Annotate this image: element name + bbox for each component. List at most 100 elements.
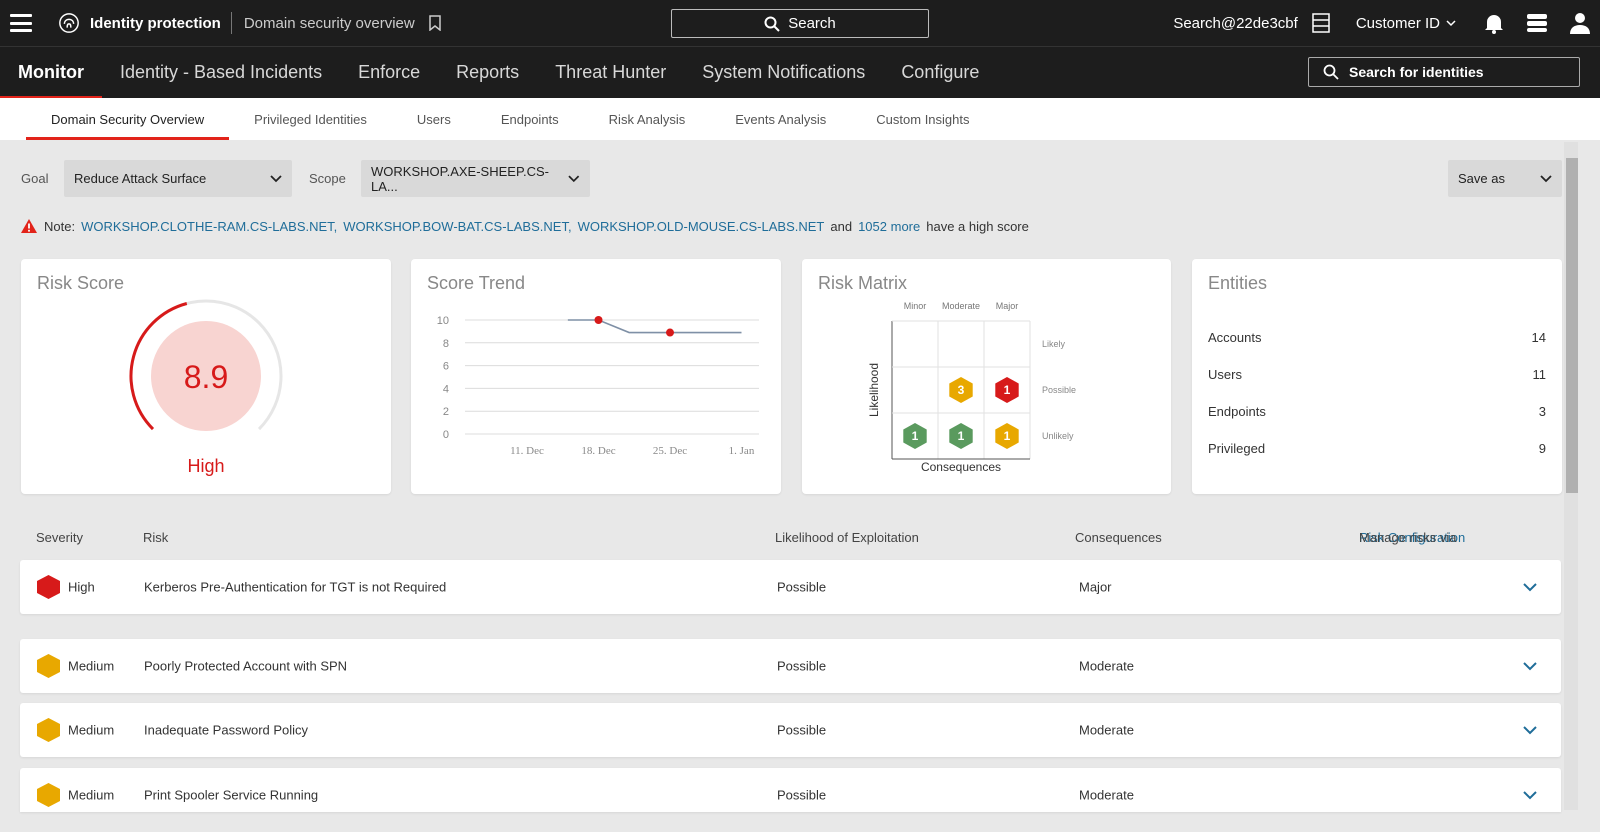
tab-users[interactable]: Users: [392, 98, 476, 140]
matrix-cell-count: 1: [1004, 383, 1011, 397]
risk-name: Print Spooler Service Running: [144, 787, 319, 803]
server-icon[interactable]: [1312, 13, 1330, 33]
domain-link-bow-bat[interactable]: WORKSHOP.BOW-BAT.CS-LABS.NET,: [343, 219, 571, 234]
entities-card: Entities Accounts 14 Users 11 Endpoints 3 P…: [1192, 259, 1562, 494]
chevron-down-icon: [568, 174, 580, 182]
entity-row-privileged[interactable]: Privileged 9: [1208, 430, 1546, 467]
nav-configure[interactable]: Configure: [883, 47, 997, 99]
global-search-button[interactable]: Search: [671, 9, 929, 38]
severity-label: High: [68, 579, 95, 595]
search-icon: [764, 16, 780, 32]
risk-score-card: Risk Score 8.9 High: [21, 259, 391, 494]
tab-endpoints[interactable]: Endpoints: [476, 98, 584, 140]
y-tick-label: 0: [443, 429, 449, 441]
note-suffix: have a high score: [926, 218, 1029, 234]
risk-score-value: 8.9: [184, 359, 228, 395]
entity-count: 11: [1532, 367, 1547, 382]
scope-select[interactable]: WORKSHOP.AXE-SHEEP.CS-LA...: [361, 160, 590, 197]
trend-point[interactable]: [666, 328, 674, 337]
user-icon[interactable]: [1570, 12, 1590, 34]
scope-value: WORKSHOP.AXE-SHEEP.CS-LA...: [371, 163, 549, 194]
menu-icon[interactable]: [10, 14, 32, 32]
matrix-column-label: Moderate: [942, 301, 980, 311]
severity-medium-icon: [37, 783, 60, 807]
entity-label: Endpoints: [1208, 404, 1266, 419]
entity-row-accounts[interactable]: Accounts 14: [1208, 319, 1546, 356]
consequence-value: Moderate: [1079, 722, 1134, 738]
chevron-down-icon: [270, 174, 282, 182]
trend-point[interactable]: [594, 316, 603, 324]
customer-id-dropdown[interactable]: Customer ID: [1356, 15, 1456, 32]
bookmark-icon[interactable]: [428, 15, 441, 31]
matrix-column-label: Minor: [904, 301, 927, 311]
matrix-column-label: Major: [996, 301, 1019, 311]
entity-row-users[interactable]: Users 11: [1208, 356, 1546, 393]
severity-label: Medium: [68, 658, 115, 674]
risk-name: Poorly Protected Account with SPN: [144, 658, 348, 674]
chevron-down-icon[interactable]: [1523, 725, 1537, 735]
matrix-y-axis-label: Likelihood: [867, 363, 881, 417]
sub-tabs: Domain Security Overview Privileged Iden…: [0, 98, 1600, 140]
chevron-down-icon[interactable]: [1523, 790, 1537, 800]
entity-count: 9: [1538, 441, 1546, 456]
bell-icon[interactable]: [1484, 12, 1504, 34]
tab-events-analysis[interactable]: Events Analysis: [710, 98, 851, 140]
matrix-cell-count: 1: [912, 429, 919, 443]
entity-label: Users: [1208, 367, 1242, 382]
matrix-cell-count: 1: [958, 429, 965, 443]
score-trend-card: Score Trend 0 2 4 6 8 10 11. Dec 18. Dec 25. Dec…: [411, 259, 781, 494]
scrollbar[interactable]: [1564, 142, 1578, 810]
tab-privileged-identities[interactable]: Privileged Identities: [229, 98, 392, 140]
col-risk: Risk: [143, 530, 169, 545]
nav-identity-incidents[interactable]: Identity - Based Incidents: [102, 47, 340, 99]
nav-threat-hunter[interactable]: Threat Hunter: [537, 47, 684, 99]
nav-system-notifications[interactable]: System Notifications: [684, 47, 883, 99]
customer-label: Customer ID: [1355, 14, 1440, 32]
chevron-down-icon[interactable]: [1523, 582, 1537, 592]
table-row[interactable]: Medium Print Spooler Service Running Pos…: [20, 768, 1561, 812]
nav-enforce[interactable]: Enforce: [340, 47, 438, 99]
note-and: and: [830, 218, 853, 234]
severity-medium-icon: [37, 718, 60, 742]
table-row[interactable]: High Kerberos Pre-Authentication for TGT…: [20, 560, 1561, 614]
manage-risks-label: Manage risks via: [1359, 530, 1457, 545]
table-row[interactable]: Medium Poorly Protected Account with SPN…: [20, 639, 1561, 693]
chevron-down-icon: [1540, 174, 1552, 182]
table-row[interactable]: Medium Inadequate Password Policy Possib…: [20, 703, 1561, 757]
likelihood-value: Possible: [777, 722, 827, 738]
tab-domain-security-overview[interactable]: Domain Security Overview: [26, 98, 230, 140]
matrix-cell-count: 3: [958, 383, 965, 397]
goal-select[interactable]: Reduce Attack Surface: [64, 160, 292, 197]
user-label[interactable]: Search@22de3cbf: [1173, 15, 1297, 32]
domain-link-clothe-ram[interactable]: WORKSHOP.CLOTHE-RAM.CS-LABS.NET,: [81, 219, 337, 234]
scope-label: Scope: [309, 171, 346, 186]
tab-risk-analysis[interactable]: Risk Analysis: [584, 98, 711, 140]
x-tick-label: 1. Jan: [729, 445, 755, 457]
domain-link-old-mouse[interactable]: WORKSHOP.OLD-MOUSE.CS-LABS.NET: [578, 219, 825, 234]
risk-level-label: High: [187, 456, 224, 476]
save-as-dropdown[interactable]: Save as: [1448, 160, 1562, 197]
activity-icon[interactable]: [1526, 13, 1548, 33]
tab-custom-insights[interactable]: Custom Insights: [851, 98, 994, 140]
likelihood-value: Possible: [777, 787, 827, 803]
identity-search-input[interactable]: Search for identities: [1308, 57, 1580, 87]
top-bar: Identity protection Domain security over…: [0, 0, 1600, 46]
entity-row-endpoints[interactable]: Endpoints 3: [1208, 393, 1546, 430]
more-domains-link[interactable]: 1052 more: [858, 219, 920, 234]
consequence-value: Moderate: [1079, 787, 1134, 803]
chevron-down-icon: [1446, 19, 1456, 26]
page-title: Domain security overview: [243, 14, 415, 32]
chevron-down-icon[interactable]: [1523, 661, 1537, 671]
high-score-note: Note: WORKSHOP.CLOTHE-RAM.CS-LABS.NET, W…: [20, 218, 1029, 234]
likelihood-value: Possible: [777, 579, 827, 595]
matrix-row-label: Likely: [1042, 339, 1066, 349]
scrollbar-thumb[interactable]: [1566, 158, 1578, 493]
risk-name: Inadequate Password Policy: [144, 722, 309, 738]
matrix-cell-count: 1: [1004, 429, 1011, 443]
severity-label: Medium: [68, 722, 115, 738]
nav-reports[interactable]: Reports: [438, 47, 537, 99]
matrix-row-label: Unlikely: [1042, 431, 1074, 441]
card-title: Entities: [1208, 273, 1268, 293]
nav-monitor[interactable]: Monitor: [0, 47, 102, 99]
save-as-label: Save as: [1458, 171, 1505, 186]
